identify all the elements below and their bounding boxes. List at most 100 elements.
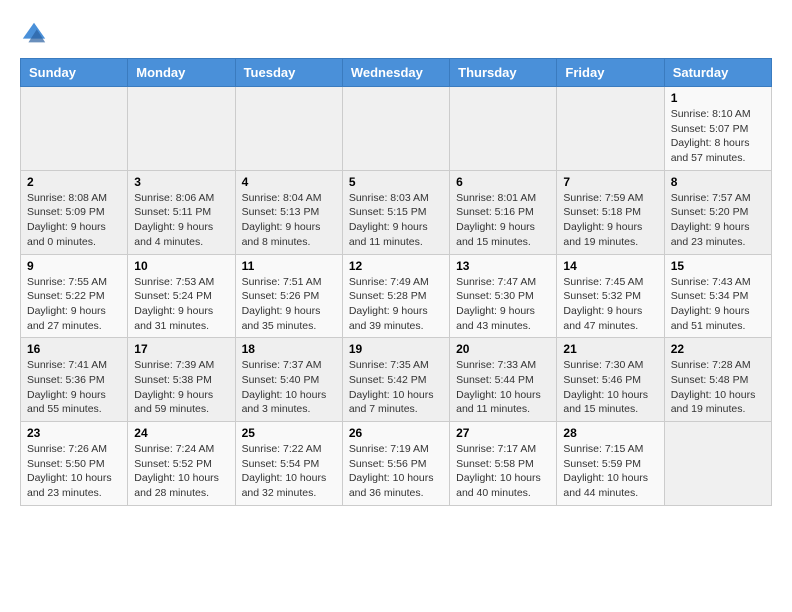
day-number: 6 bbox=[456, 175, 550, 189]
day-number: 25 bbox=[242, 426, 336, 440]
day-number: 7 bbox=[563, 175, 657, 189]
day-info: Sunrise: 7:39 AMSunset: 5:38 PMDaylight:… bbox=[134, 358, 228, 417]
calendar-week-1: 1 Sunrise: 8:10 AMSunset: 5:07 PMDaylight… bbox=[21, 87, 772, 171]
day-info: Sunrise: 7:47 AMSunset: 5:30 PMDaylight:… bbox=[456, 275, 550, 334]
calendar-cell: 15 Sunrise: 7:43 AMSunset: 5:34 PMDayligh… bbox=[664, 254, 771, 338]
day-info: Sunrise: 7:55 AMSunset: 5:22 PMDaylight:… bbox=[27, 275, 121, 334]
day-info: Sunrise: 8:04 AMSunset: 5:13 PMDaylight:… bbox=[242, 191, 336, 250]
calendar-week-5: 23 Sunrise: 7:26 AMSunset: 5:50 PMDayligh… bbox=[21, 422, 772, 506]
calendar-cell: 1 Sunrise: 8:10 AMSunset: 5:07 PMDaylight… bbox=[664, 87, 771, 171]
logo-icon bbox=[20, 20, 48, 48]
day-number: 27 bbox=[456, 426, 550, 440]
calendar-cell: 20 Sunrise: 7:33 AMSunset: 5:44 PMDayligh… bbox=[450, 338, 557, 422]
calendar-cell: 14 Sunrise: 7:45 AMSunset: 5:32 PMDayligh… bbox=[557, 254, 664, 338]
weekday-header-monday: Monday bbox=[128, 59, 235, 87]
calendar-cell bbox=[235, 87, 342, 171]
calendar-header: SundayMondayTuesdayWednesdayThursdayFrid… bbox=[21, 59, 772, 87]
page-header bbox=[20, 20, 772, 48]
calendar-cell bbox=[128, 87, 235, 171]
day-info: Sunrise: 7:59 AMSunset: 5:18 PMDaylight:… bbox=[563, 191, 657, 250]
calendar-cell: 24 Sunrise: 7:24 AMSunset: 5:52 PMDayligh… bbox=[128, 422, 235, 506]
day-info: Sunrise: 7:49 AMSunset: 5:28 PMDaylight:… bbox=[349, 275, 443, 334]
calendar-cell bbox=[21, 87, 128, 171]
day-info: Sunrise: 7:30 AMSunset: 5:46 PMDaylight:… bbox=[563, 358, 657, 417]
day-number: 14 bbox=[563, 259, 657, 273]
calendar-cell: 7 Sunrise: 7:59 AMSunset: 5:18 PMDaylight… bbox=[557, 170, 664, 254]
calendar-cell: 21 Sunrise: 7:30 AMSunset: 5:46 PMDayligh… bbox=[557, 338, 664, 422]
day-number: 1 bbox=[671, 91, 765, 105]
day-info: Sunrise: 7:17 AMSunset: 5:58 PMDaylight:… bbox=[456, 442, 550, 501]
day-info: Sunrise: 8:10 AMSunset: 5:07 PMDaylight:… bbox=[671, 107, 765, 166]
day-info: Sunrise: 7:19 AMSunset: 5:56 PMDaylight:… bbox=[349, 442, 443, 501]
calendar-cell: 13 Sunrise: 7:47 AMSunset: 5:30 PMDayligh… bbox=[450, 254, 557, 338]
day-number: 3 bbox=[134, 175, 228, 189]
day-info: Sunrise: 7:22 AMSunset: 5:54 PMDaylight:… bbox=[242, 442, 336, 501]
day-info: Sunrise: 7:43 AMSunset: 5:34 PMDaylight:… bbox=[671, 275, 765, 334]
calendar-cell: 5 Sunrise: 8:03 AMSunset: 5:15 PMDaylight… bbox=[342, 170, 449, 254]
calendar: SundayMondayTuesdayWednesdayThursdayFrid… bbox=[20, 58, 772, 506]
calendar-cell: 10Sunrise: 7:53 AMSunset: 5:24 PMDayligh… bbox=[128, 254, 235, 338]
day-info: Sunrise: 7:35 AMSunset: 5:42 PMDaylight:… bbox=[349, 358, 443, 417]
day-number: 19 bbox=[349, 342, 443, 356]
calendar-cell bbox=[557, 87, 664, 171]
day-number: 9 bbox=[27, 259, 121, 273]
calendar-cell: 17Sunrise: 7:39 AMSunset: 5:38 PMDayligh… bbox=[128, 338, 235, 422]
day-info: Sunrise: 8:08 AMSunset: 5:09 PMDaylight:… bbox=[27, 191, 121, 250]
day-number: 20 bbox=[456, 342, 550, 356]
day-info: Sunrise: 8:06 AMSunset: 5:11 PMDaylight:… bbox=[134, 191, 228, 250]
calendar-cell: 12 Sunrise: 7:49 AMSunset: 5:28 PMDayligh… bbox=[342, 254, 449, 338]
day-info: Sunrise: 7:33 AMSunset: 5:44 PMDaylight:… bbox=[456, 358, 550, 417]
calendar-cell: 27 Sunrise: 7:17 AMSunset: 5:58 PMDayligh… bbox=[450, 422, 557, 506]
calendar-cell bbox=[664, 422, 771, 506]
day-info: Sunrise: 7:51 AMSunset: 5:26 PMDaylight:… bbox=[242, 275, 336, 334]
calendar-cell: 25 Sunrise: 7:22 AMSunset: 5:54 PMDayligh… bbox=[235, 422, 342, 506]
day-info: Sunrise: 7:53 AMSunset: 5:24 PMDaylight:… bbox=[134, 275, 228, 334]
day-number: 13 bbox=[456, 259, 550, 273]
day-number: 26 bbox=[349, 426, 443, 440]
day-number: 8 bbox=[671, 175, 765, 189]
weekday-header-tuesday: Tuesday bbox=[235, 59, 342, 87]
day-info: Sunrise: 7:45 AMSunset: 5:32 PMDaylight:… bbox=[563, 275, 657, 334]
calendar-cell: 19 Sunrise: 7:35 AMSunset: 5:42 PMDayligh… bbox=[342, 338, 449, 422]
calendar-cell: 26 Sunrise: 7:19 AMSunset: 5:56 PMDayligh… bbox=[342, 422, 449, 506]
day-info: Sunrise: 7:37 AMSunset: 5:40 PMDaylight:… bbox=[242, 358, 336, 417]
calendar-cell: 3 Sunrise: 8:06 AMSunset: 5:11 PMDaylight… bbox=[128, 170, 235, 254]
weekday-header-friday: Friday bbox=[557, 59, 664, 87]
day-number: 23 bbox=[27, 426, 121, 440]
calendar-cell: 6Sunrise: 8:01 AMSunset: 5:16 PMDaylight… bbox=[450, 170, 557, 254]
calendar-cell: 2 Sunrise: 8:08 AMSunset: 5:09 PMDaylight… bbox=[21, 170, 128, 254]
calendar-cell: 18 Sunrise: 7:37 AMSunset: 5:40 PMDayligh… bbox=[235, 338, 342, 422]
calendar-cell: 11 Sunrise: 7:51 AMSunset: 5:26 PMDayligh… bbox=[235, 254, 342, 338]
calendar-cell: 8 Sunrise: 7:57 AMSunset: 5:20 PMDaylight… bbox=[664, 170, 771, 254]
day-number: 18 bbox=[242, 342, 336, 356]
day-number: 28 bbox=[563, 426, 657, 440]
day-info: Sunrise: 7:41 AMSunset: 5:36 PMDaylight:… bbox=[27, 358, 121, 417]
day-info: Sunrise: 8:03 AMSunset: 5:15 PMDaylight:… bbox=[349, 191, 443, 250]
day-number: 11 bbox=[242, 259, 336, 273]
day-number: 2 bbox=[27, 175, 121, 189]
day-info: Sunrise: 7:26 AMSunset: 5:50 PMDaylight:… bbox=[27, 442, 121, 501]
day-number: 5 bbox=[349, 175, 443, 189]
day-number: 24 bbox=[134, 426, 228, 440]
day-info: Sunrise: 7:24 AMSunset: 5:52 PMDaylight:… bbox=[134, 442, 228, 501]
calendar-cell bbox=[450, 87, 557, 171]
weekday-header-thursday: Thursday bbox=[450, 59, 557, 87]
calendar-cell: 16 Sunrise: 7:41 AMSunset: 5:36 PMDayligh… bbox=[21, 338, 128, 422]
day-info: Sunrise: 7:15 AMSunset: 5:59 PMDaylight:… bbox=[563, 442, 657, 501]
logo bbox=[20, 20, 52, 48]
calendar-cell: 23 Sunrise: 7:26 AMSunset: 5:50 PMDayligh… bbox=[21, 422, 128, 506]
day-info: Sunrise: 7:57 AMSunset: 5:20 PMDaylight:… bbox=[671, 191, 765, 250]
calendar-cell: 4Sunrise: 8:04 AMSunset: 5:13 PMDaylight… bbox=[235, 170, 342, 254]
calendar-cell: 28 Sunrise: 7:15 AMSunset: 5:59 PMDayligh… bbox=[557, 422, 664, 506]
calendar-week-3: 9 Sunrise: 7:55 AMSunset: 5:22 PMDaylight… bbox=[21, 254, 772, 338]
day-number: 16 bbox=[27, 342, 121, 356]
calendar-cell: 22Sunrise: 7:28 AMSunset: 5:48 PMDayligh… bbox=[664, 338, 771, 422]
day-number: 12 bbox=[349, 259, 443, 273]
weekday-header-saturday: Saturday bbox=[664, 59, 771, 87]
day-info: Sunrise: 7:28 AMSunset: 5:48 PMDaylight:… bbox=[671, 358, 765, 417]
day-number: 15 bbox=[671, 259, 765, 273]
calendar-week-4: 16 Sunrise: 7:41 AMSunset: 5:36 PMDayligh… bbox=[21, 338, 772, 422]
calendar-cell: 9 Sunrise: 7:55 AMSunset: 5:22 PMDaylight… bbox=[21, 254, 128, 338]
day-number: 21 bbox=[563, 342, 657, 356]
weekday-header-wednesday: Wednesday bbox=[342, 59, 449, 87]
